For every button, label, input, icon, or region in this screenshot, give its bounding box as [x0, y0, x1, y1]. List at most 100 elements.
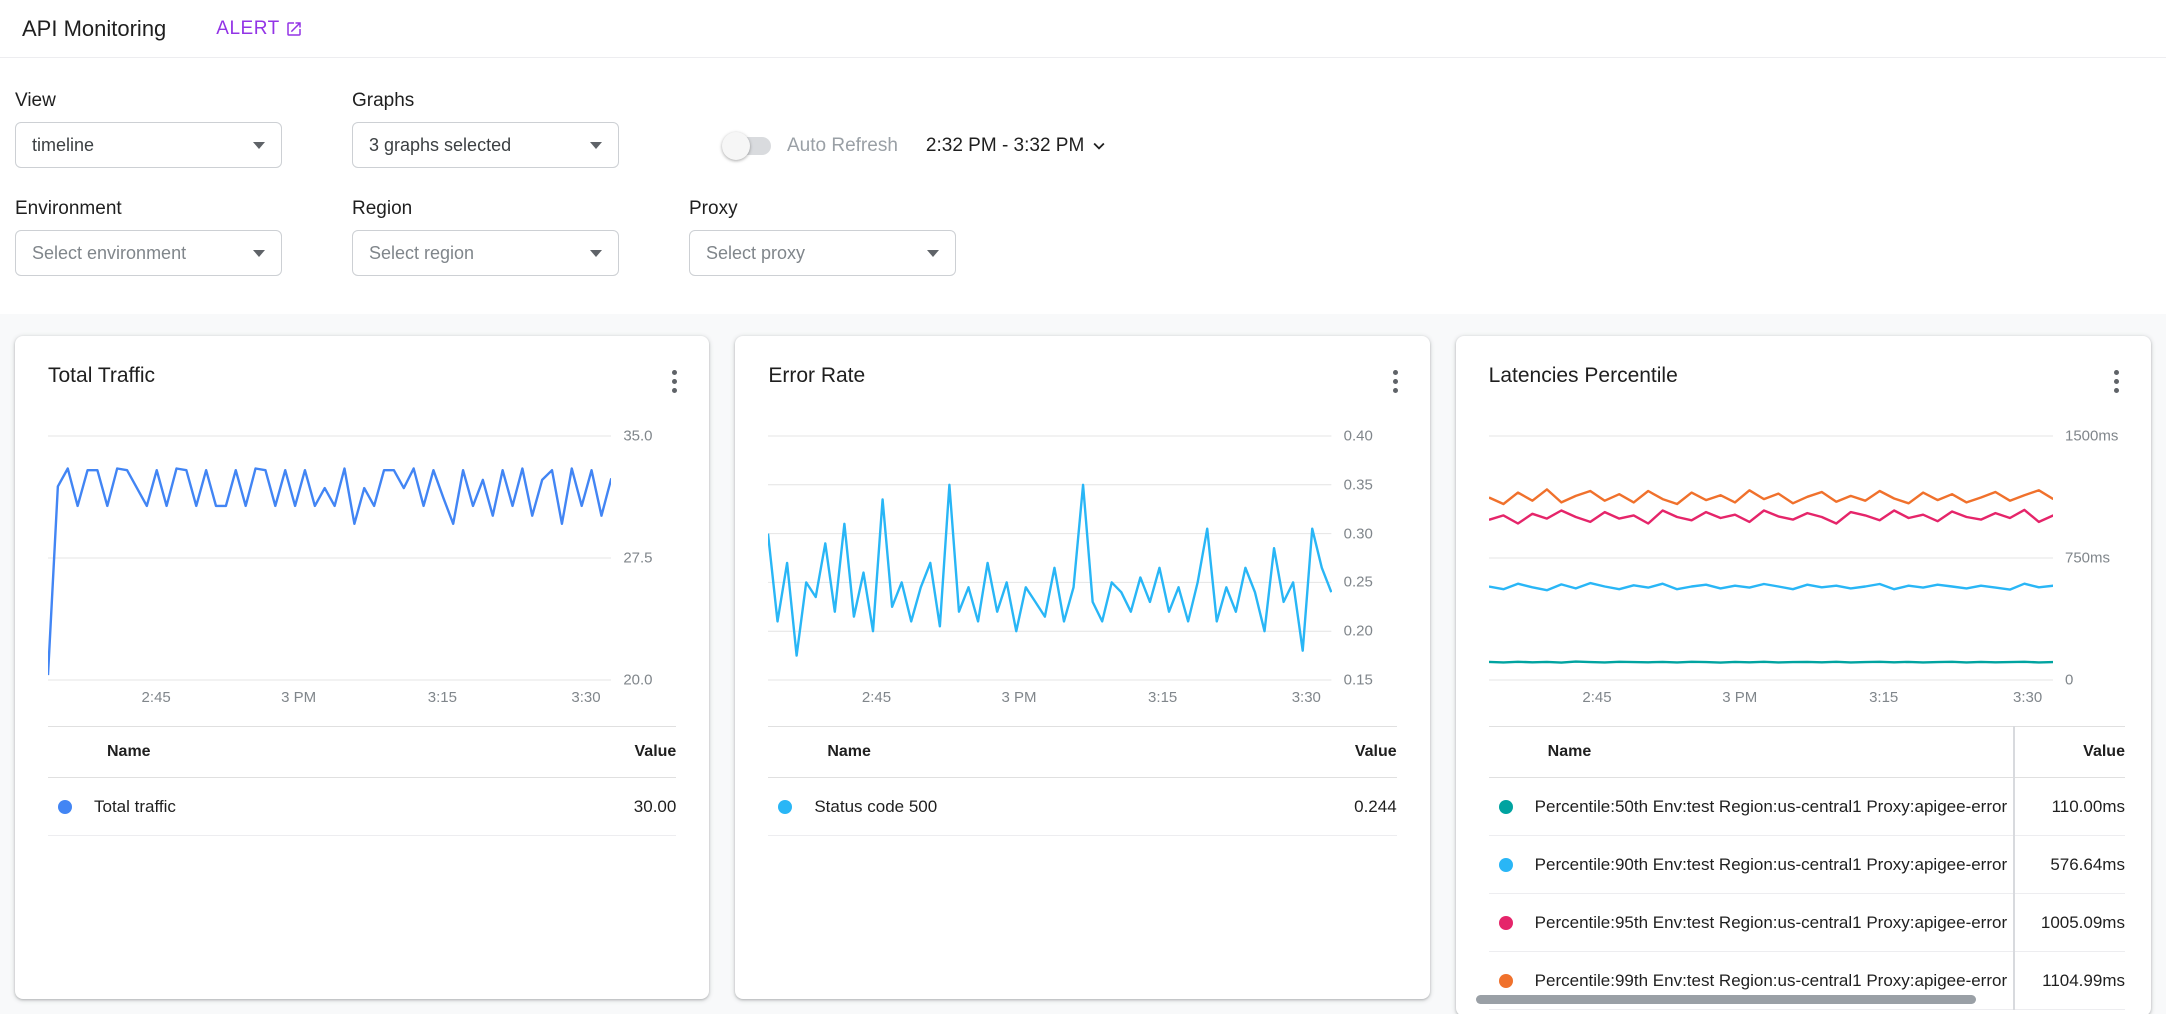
y-tick-label: 0.15 — [1344, 672, 1373, 689]
name-column-header: Name — [768, 743, 871, 761]
dropdown-caret-icon — [590, 142, 602, 149]
series-name: Percentile:95th Env:test Region:us-centr… — [1535, 913, 2013, 933]
series-name: Percentile:50th Env:test Region:us-centr… — [1535, 797, 2013, 817]
total-traffic-chart: 2:453 PM3:153:30 35.027.520.0 — [48, 433, 695, 718]
series-color-dot — [1499, 858, 1513, 872]
region-label: Region — [352, 198, 619, 220]
x-tick-label: 3:30 — [1292, 689, 1321, 706]
series-color-dot — [1499, 916, 1513, 930]
series-color-dot — [1499, 974, 1513, 988]
y-tick-label: 750ms — [2065, 550, 2110, 567]
y-tick-label: 35.0 — [623, 427, 652, 444]
auto-refresh-toggle[interactable] — [725, 136, 771, 156]
horizontal-scrollbar[interactable] — [1476, 995, 1976, 1004]
legend-row[interactable]: Total traffic30.00 — [48, 778, 676, 836]
series-color-dot — [778, 800, 792, 814]
y-axis-labels: 0.400.350.300.250.200.15 — [1332, 433, 1416, 703]
filters-panel: View timeline Graphs 3 graphs selected A… — [0, 58, 2166, 276]
dropdown-caret-icon — [253, 250, 265, 257]
graphs-field: Graphs 3 graphs selected — [352, 90, 619, 168]
x-tick-label: 2:45 — [862, 689, 891, 706]
name-column-header: Name — [1489, 743, 1592, 761]
x-tick-label: 3 PM — [1722, 689, 1757, 706]
series-name: Percentile:90th Env:test Region:us-centr… — [1535, 855, 2013, 875]
card-latencies-percentile: Latencies Percentile 2:453 PM3:153:30 15… — [1456, 336, 2151, 1014]
filters-row-2: Environment Select environment Region Se… — [15, 198, 2151, 276]
series-value: 0.244 — [1354, 797, 1397, 817]
x-axis-labels: 2:45 3 PM 3:15 3:30 — [768, 689, 1331, 713]
graphs-select-value: 3 graphs selected — [369, 135, 511, 156]
alert-link[interactable]: ALERT — [216, 18, 302, 40]
x-tick-label: 3 PM — [1001, 689, 1036, 706]
graphs-label: Graphs — [352, 90, 619, 112]
series-line-Percentile:90th — [1489, 583, 2053, 590]
series-name: Total traffic — [94, 797, 176, 817]
legend-table-header: Name Value — [1489, 726, 2125, 778]
legend-table: Name Value Total traffic30.00 — [48, 726, 676, 836]
proxy-label: Proxy — [689, 198, 956, 220]
legend-table-header: Name Value — [48, 726, 676, 778]
proxy-field: Proxy Select proxy — [689, 198, 956, 276]
x-tick-label: 3:30 — [2013, 689, 2042, 706]
y-tick-label: 0.20 — [1344, 623, 1373, 640]
value-column-header: Value — [635, 743, 677, 761]
more-options-button[interactable] — [664, 364, 685, 399]
more-options-button[interactable] — [1385, 364, 1406, 399]
y-tick-label: 0.30 — [1344, 525, 1373, 542]
series-name: Status code 500 — [814, 797, 937, 817]
x-axis-labels: 2:45 3 PM 3:15 3:30 — [48, 689, 611, 713]
series-line-Percentile:50th — [1489, 662, 2053, 663]
legend-row[interactable]: Percentile:95th Env:test Region:us-centr… — [1489, 894, 2125, 952]
series-line-Status code 500 — [768, 485, 1331, 656]
chart-plot-area: 2:45 3 PM 3:15 3:30 — [768, 433, 1331, 703]
environment-field: Environment Select environment — [15, 198, 282, 276]
region-field: Region Select region — [352, 198, 619, 276]
card-header: Error Rate — [735, 336, 1429, 399]
environment-select[interactable]: Select environment — [15, 230, 282, 276]
series-line-Percentile:99th — [1489, 489, 2053, 504]
x-tick-label: 3:30 — [571, 689, 600, 706]
y-tick-label: 27.5 — [623, 550, 652, 567]
card-title: Error Rate — [768, 364, 865, 388]
card-title: Total Traffic — [48, 364, 155, 388]
region-select[interactable]: Select region — [352, 230, 619, 276]
dropdown-caret-icon — [927, 250, 939, 257]
value-column-header: Value — [2083, 743, 2125, 761]
proxy-select-placeholder: Select proxy — [706, 243, 805, 264]
series-value: 1005.09ms — [2041, 913, 2125, 933]
x-tick-label: 3:15 — [428, 689, 457, 706]
time-range-value: 2:32 PM - 3:32 PM — [926, 135, 1084, 157]
time-range-selector[interactable]: 2:32 PM - 3:32 PM — [926, 135, 1110, 157]
series-color-dot — [1499, 800, 1513, 814]
legend-table: Name Value Status code 500 0.244 — [768, 726, 1396, 836]
x-tick-label: 2:45 — [1582, 689, 1611, 706]
dropdown-caret-icon — [590, 250, 602, 257]
view-select[interactable]: timeline — [15, 122, 282, 168]
legend-table-body: Status code 500 0.244 — [768, 778, 1396, 836]
dashboard: Total Traffic 2:45 3 PM 3:15 3:30 35.0 27.5 2… — [0, 314, 2166, 1014]
card-title: Latencies Percentile — [1489, 364, 1678, 388]
value-column-header: Value — [1355, 743, 1397, 761]
app-header: API Monitoring ALERT — [0, 0, 2166, 58]
card-total-traffic: Total Traffic 2:45 3 PM 3:15 3:30 35.0 27.5 2… — [15, 336, 709, 999]
more-options-button[interactable] — [2106, 364, 2127, 399]
proxy-select[interactable]: Select proxy — [689, 230, 956, 276]
view-select-value: timeline — [32, 135, 94, 156]
filters-row-1: View timeline Graphs 3 graphs selected A… — [15, 90, 2151, 168]
view-label: View — [15, 90, 282, 112]
environment-label: Environment — [15, 198, 282, 220]
legend-row[interactable]: Status code 500 0.244 — [768, 778, 1396, 836]
card-header: Total Traffic — [15, 336, 709, 399]
graphs-select[interactable]: 3 graphs selected — [352, 122, 619, 168]
toggle-thumb — [722, 132, 750, 160]
x-tick-label: 3:15 — [1148, 689, 1177, 706]
x-axis-labels: 2:453 PM3:153:30 — [1489, 689, 2053, 713]
legend-row[interactable]: Percentile:50th Env:test Region:us-centr… — [1489, 778, 2125, 836]
region-select-placeholder: Select region — [369, 243, 474, 264]
x-tick-label: 2:45 — [142, 689, 171, 706]
legend-row[interactable]: Percentile:90th Env:test Region:us-centr… — [1489, 836, 2125, 894]
view-field: View timeline — [15, 90, 282, 168]
x-tick-label: 3 PM — [281, 689, 316, 706]
y-tick-label: 0.25 — [1344, 574, 1373, 591]
y-tick-label: 0.35 — [1344, 476, 1373, 493]
